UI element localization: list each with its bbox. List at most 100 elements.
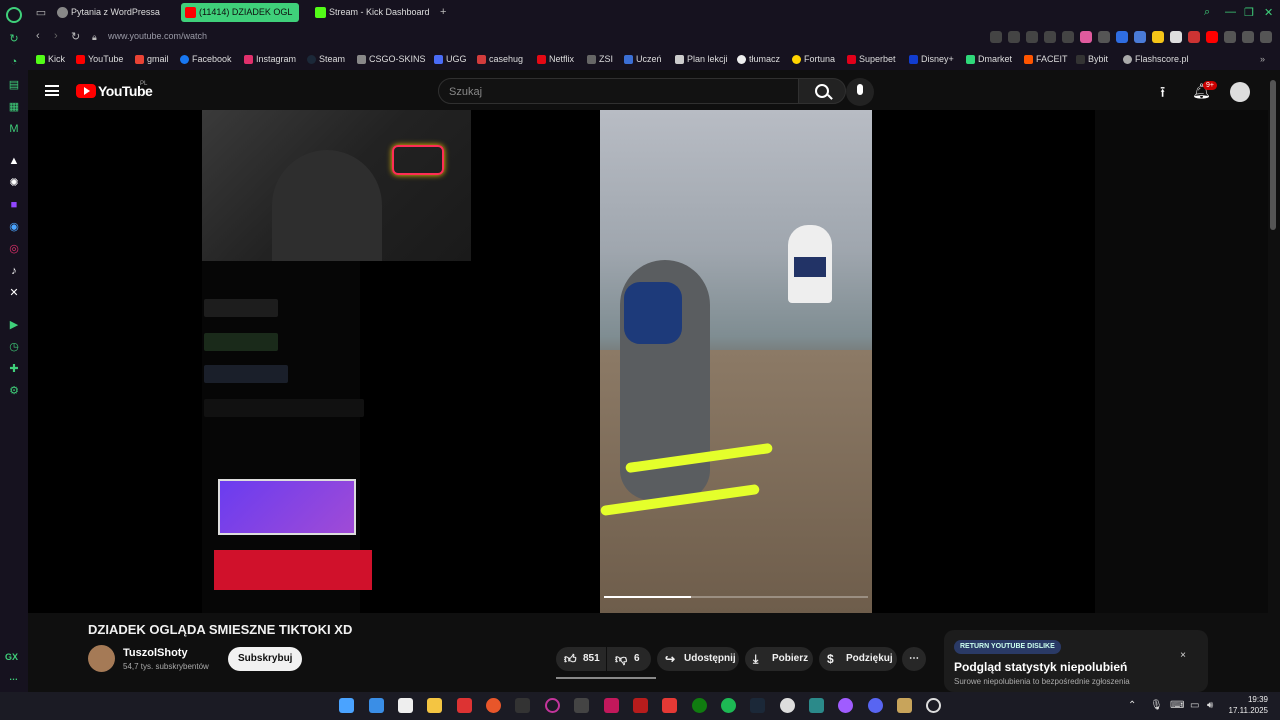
new-tab-icon[interactable]: + xyxy=(440,6,446,18)
chatgpt-icon[interactable]: ✺ xyxy=(7,176,21,190)
more-icon[interactable]: … xyxy=(9,672,18,682)
extensions-icon[interactable]: ✚ xyxy=(7,362,21,376)
bookmark-faceit[interactable]: FACEIT xyxy=(1024,54,1068,64)
bookmark-csgo-skins[interactable]: CSGO-SKINS xyxy=(357,54,426,64)
messenger-icon[interactable] xyxy=(838,698,853,713)
back-icon[interactable]: ‹ xyxy=(36,30,40,42)
ext-yellow-icon[interactable] xyxy=(1152,31,1164,43)
easy-setup-icon[interactable] xyxy=(1260,31,1272,43)
more-bookmarks-icon[interactable]: » xyxy=(1260,54,1265,64)
tab-wordpress[interactable]: Pytania z WordPressa xyxy=(53,3,173,22)
player-icon[interactable]: ▶ xyxy=(7,318,21,332)
discord-icon[interactable] xyxy=(868,698,883,713)
bookmark-superbet[interactable]: Superbet xyxy=(847,54,896,64)
minimize-icon[interactable]: — xyxy=(1225,6,1236,18)
bookmark-netflix[interactable]: Netflix xyxy=(537,54,574,64)
youtube-logo-icon[interactable] xyxy=(76,84,96,98)
bookmark-kick[interactable]: Kick xyxy=(36,54,65,64)
x-twitter-icon[interactable]: ✕ xyxy=(7,286,21,300)
bookmark-youtube[interactable]: YouTube xyxy=(76,54,123,64)
video-player[interactable] xyxy=(28,110,1095,613)
reload-icon[interactable]: ↻ xyxy=(7,32,21,46)
account-avatar[interactable] xyxy=(1230,82,1250,102)
app-red-icon[interactable] xyxy=(457,698,472,713)
aria-icon[interactable]: ▲ xyxy=(7,154,21,168)
bookmark-instagram[interactable]: Instagram xyxy=(244,54,296,64)
file-explorer-icon[interactable] xyxy=(427,698,442,713)
heart-icon[interactable] xyxy=(1062,31,1074,43)
bookmark-casehug[interactable]: casehug xyxy=(477,54,523,64)
bookmark-fortuna[interactable]: Fortuna xyxy=(792,54,835,64)
search-input[interactable]: Szukaj xyxy=(438,78,824,104)
bookmark-bybit[interactable]: Bybit xyxy=(1076,54,1108,64)
origin-icon[interactable] xyxy=(486,698,501,713)
tab-manager-icon[interactable]: ▭ xyxy=(34,6,48,20)
channel-avatar[interactable] xyxy=(88,645,115,672)
menu-icon[interactable] xyxy=(45,85,59,96)
bookmark-tlumacz[interactable]: tłumacz xyxy=(737,54,780,64)
league-icon[interactable] xyxy=(897,698,912,713)
upload-icon[interactable]: ⭱ xyxy=(1160,82,1165,107)
close-window-icon[interactable]: ✕ xyxy=(1264,6,1273,19)
downloads-icon[interactable] xyxy=(1242,31,1254,43)
gx-control-icon[interactable]: ◔ xyxy=(7,55,21,69)
app-s-icon[interactable] xyxy=(604,698,619,713)
channel-name[interactable]: TuszolShoty xyxy=(123,647,188,659)
twitch-icon[interactable]: ■ xyxy=(7,198,21,212)
clock-date[interactable]: 17.11.2025 xyxy=(1228,706,1268,715)
dislike-button[interactable]: 👎︎ 6 xyxy=(607,647,651,671)
app-circle-icon[interactable] xyxy=(926,698,941,713)
valorant-icon[interactable] xyxy=(633,698,648,713)
maximize-icon[interactable]: ❐ xyxy=(1244,6,1254,19)
start-menu-icon[interactable] xyxy=(339,698,354,713)
page-scrollbar[interactable] xyxy=(1270,80,1276,230)
search-button[interactable] xyxy=(798,78,846,104)
voice-search-button[interactable] xyxy=(846,78,874,106)
more-actions-button[interactable]: ⋯ xyxy=(902,647,926,671)
volume-icon[interactable]: 🔊︎ xyxy=(1207,700,1213,711)
shield-icon[interactable] xyxy=(1116,31,1128,43)
opera-gx-icon[interactable] xyxy=(545,698,560,713)
steam-icon[interactable] xyxy=(750,698,765,713)
bookmark-gmail[interactable]: gmail xyxy=(135,54,169,64)
settings-icon[interactable]: ⚙ xyxy=(7,384,21,398)
url-field[interactable]: www.youtube.com/watch xyxy=(108,31,207,41)
app-bolt-icon[interactable] xyxy=(662,698,677,713)
bookmark-ugg[interactable]: UGG xyxy=(434,54,467,64)
xbox-icon[interactable] xyxy=(692,698,707,713)
ryd-close-button[interactable]: × xyxy=(1180,650,1186,661)
screenshot-icon[interactable] xyxy=(1008,31,1020,43)
bookmark-disney[interactable]: Disney+ xyxy=(909,54,954,64)
network-icon[interactable]: ▭ xyxy=(1190,700,1199,711)
ext-youtube-icon[interactable] xyxy=(1206,31,1218,43)
bookmark-facebook[interactable]: Facebook xyxy=(180,54,232,64)
ext-red-icon[interactable] xyxy=(1188,31,1200,43)
gx-mods-icon[interactable]: M xyxy=(7,122,21,136)
tab-kick[interactable]: Stream - Kick Dashboard xyxy=(311,3,441,22)
forward-icon[interactable]: › xyxy=(54,30,58,42)
bookmark-dmarket[interactable]: Dmarket xyxy=(966,54,1012,64)
messenger-icon[interactable]: ◉ xyxy=(7,220,21,234)
clock-time[interactable]: 19:39 xyxy=(1228,695,1268,704)
reload-page-icon[interactable]: ↻ xyxy=(71,30,80,43)
bookmark-plan-lekcji[interactable]: Plan lekcji xyxy=(675,54,728,64)
player-ext-icon[interactable] xyxy=(1044,31,1056,43)
ext-translate-icon[interactable] xyxy=(1134,31,1146,43)
tray-chevron-icon[interactable]: ⌃ xyxy=(1128,700,1136,711)
search-tabs-icon[interactable]: ⌕ xyxy=(1204,6,1210,19)
ext-puzzle-icon[interactable] xyxy=(1224,31,1236,43)
spotify-icon[interactable] xyxy=(721,698,736,713)
bookmark-zsi[interactable]: ZSI xyxy=(587,54,613,64)
tiktok-icon[interactable]: ♪ xyxy=(7,264,21,278)
instagram-icon[interactable]: ◎ xyxy=(7,242,21,256)
like-button[interactable]: 👍︎ 851 xyxy=(556,647,606,671)
lock-icon[interactable]: 🔒︎ xyxy=(92,32,97,43)
mail-icon[interactable] xyxy=(369,698,384,713)
ext-sb-icon[interactable] xyxy=(1098,31,1110,43)
bookmark-uczen[interactable]: Uczeń xyxy=(624,54,662,64)
settings-app-icon[interactable] xyxy=(780,698,795,713)
history-icon[interactable]: ◷ xyxy=(7,340,21,354)
gx-store-icon[interactable]: ▦ xyxy=(7,100,21,114)
subscribe-button[interactable]: Subskrybuj xyxy=(228,647,303,671)
bookmark-steam[interactable]: Steam xyxy=(307,54,345,64)
